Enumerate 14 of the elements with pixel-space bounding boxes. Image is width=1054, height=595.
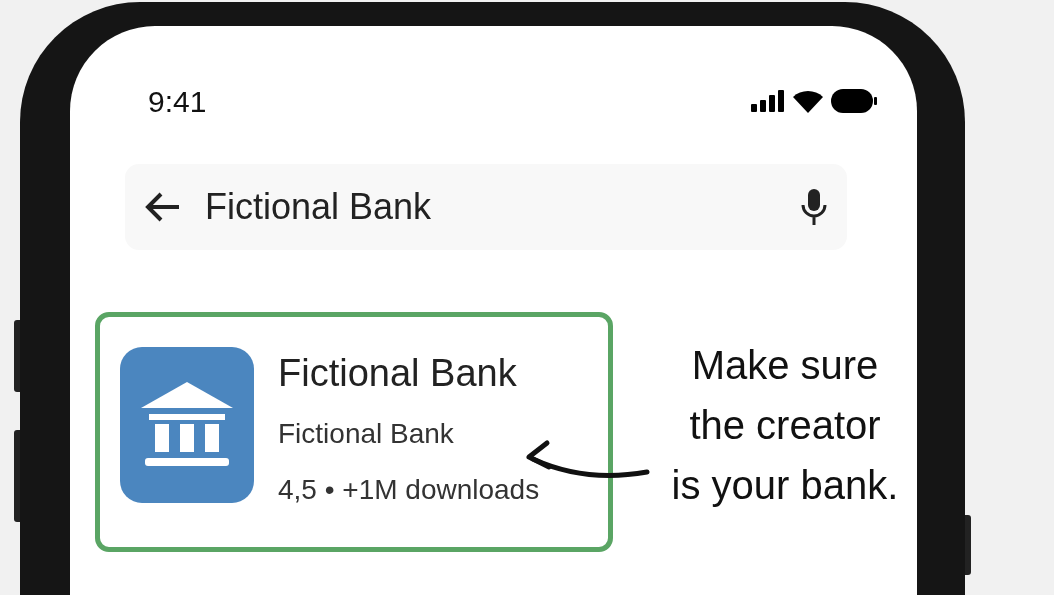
annotation-text: Make sure the creator is your bank. [670,342,900,509]
status-time: 9:41 [148,83,207,120]
wifi-icon [793,89,823,113]
microphone-icon[interactable] [801,187,827,227]
search-field[interactable]: Fictional Bank [125,164,847,250]
bank-app-icon [120,347,254,503]
battery-icon [831,89,877,113]
signal-icon [751,90,785,112]
developer-name: Fictional Bank [278,416,455,451]
app-result-card[interactable]: Fictional Bank Fictional Bank 4,5 • +1M downloads [95,312,613,552]
back-arrow-icon[interactable] [145,192,181,222]
rating-downloads: 4,5 • +1M downloads [278,472,540,507]
app-title: Fictional Bank [278,353,518,395]
search-input: Fictional Bank [205,180,705,234]
